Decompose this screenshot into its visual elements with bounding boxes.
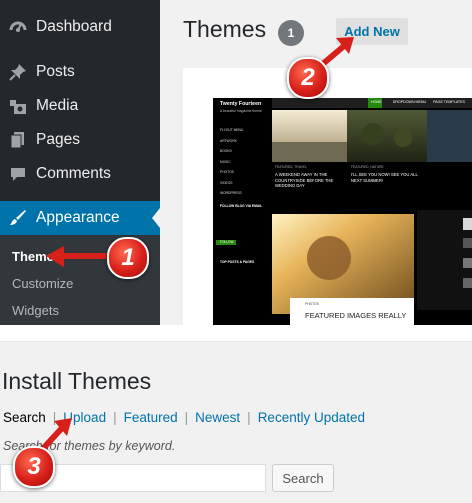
preview-sidebar-links: FLYOUT MENU ARTWORK BOOKS MUSIC PHOTOS V… [220,125,243,199]
preview-sidebar-link: VIDEOS [220,180,233,185]
submenu-item-customize[interactable]: Customize [12,276,73,291]
filter-separator: | [184,410,189,425]
preview-main-post-title: FEATURED IMAGES REALLY [305,311,407,320]
sidebar-item-media[interactable]: Media [0,89,160,123]
preview-featured-title: I'LL SEE YOU NOW! SEE YOU ALL NEXT SUMME… [351,172,418,183]
pages-icon [8,130,28,150]
preview-nav: HOME DROPDOWN MENU PAGE TEMPLATES [371,100,465,104]
search-button[interactable]: Search [272,464,334,492]
sidebar-item-dashboard[interactable]: Dashboard [0,10,160,44]
preview-nav-item: PAGE TEMPLATES [433,100,465,104]
preview-featured-label: FEATURED, TRAVEL [275,165,307,169]
pushpin-icon [8,62,28,82]
filter-newest[interactable]: Newest [195,410,240,425]
preview-sidebar-link: WORDPRESS [220,191,242,195]
theme-count-badge: 1 [278,20,304,46]
preview-tagline: A beautiful magazine theme [220,109,262,113]
comments-icon [8,164,28,184]
section-divider [0,325,472,341]
sidebar-item-posts[interactable]: Posts [0,55,160,89]
preview-featured-title: A WEEKEND AWAY IN THE COUNTRYSIDE BEFORE… [275,172,334,189]
theme-card[interactable]: Twenty Fourteen A beautiful magazine the… [183,68,472,325]
preview-photos-label: PHOTOS [305,302,319,306]
page-title: Themes [183,16,267,42]
sidebar-item-label: Appearance [36,209,120,226]
submenu-item-widgets[interactable]: Widgets [12,303,59,318]
paintbrush-icon [8,208,28,228]
callout-badge-3: 3 [13,446,55,488]
active-menu-pointer [152,208,160,228]
sidebar-item-label: Pages [36,131,80,148]
preview-nav-item: HOME [371,100,382,104]
install-title: Install Themes [2,368,152,394]
theme-preview-graphic [213,98,472,325]
sidebar-item-comments[interactable]: Comments [0,157,160,191]
callout-badge-2: 2 [287,57,329,99]
dashboard-icon [8,17,28,37]
filter-separator: | [113,410,117,425]
media-icon [8,96,28,116]
filter-separator: | [247,410,251,425]
preview-sidebar-link: FLYOUT MENU [220,128,244,132]
sidebar-item-pages[interactable]: Pages [0,123,160,157]
theme-screenshot: Twenty Fourteen A beautiful magazine the… [213,98,472,325]
preview-sidebar-link: MUSIC [220,159,231,164]
preview-sidebar-link: ARTWORK [220,138,237,143]
preview-sidebar-link: PHOTOS [220,170,234,174]
preview-sidebar-link: BOOKS [220,149,232,153]
sidebar-item-label: Dashboard [36,18,112,35]
preview-nav-item: DROPDOWN MENU [392,100,427,104]
filter-recently-updated[interactable]: Recently Updated [258,410,365,425]
install-themes-screen: Install Themes Search | Upload | Featured | Ne… [0,341,472,503]
preview-follow-heading: FOLLOW BLOG VIA EMAIL [220,204,263,208]
sidebar-item-label: Media [36,97,79,114]
preview-featured-label: FEATURED, NATURE [351,165,384,169]
filter-featured[interactable]: Featured [124,410,178,425]
preview-site-title: Twenty Fourteen [220,101,262,107]
sidebar-item-label: Posts [36,63,75,80]
preview-top-posts-heading: TOP POSTS & PAGES [220,260,255,264]
callout-badge-1: 1 [107,237,149,279]
preview-follow-button: FOLLOW [220,240,234,244]
admin-screen: Dashboard Posts Media Pages Comments App… [0,0,472,325]
sidebar-item-appearance[interactable]: Appearance [0,201,160,235]
sidebar-item-label: Comments [36,165,111,182]
